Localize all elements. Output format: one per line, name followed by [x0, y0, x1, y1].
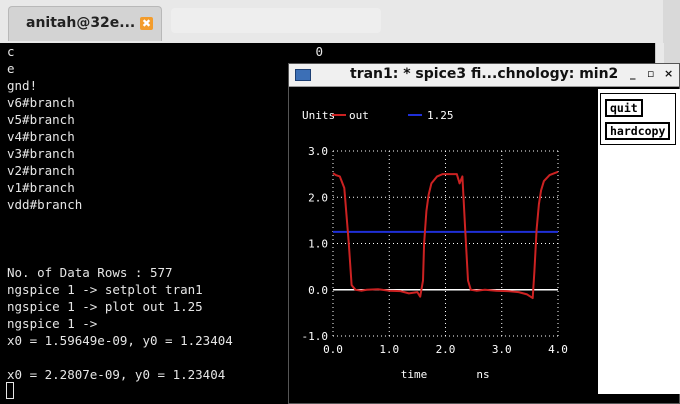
hardcopy-button[interactable]: hardcopy: [605, 122, 671, 140]
terminal-line: v6#branch: [7, 95, 75, 110]
y-tick-label: 2.0: [308, 191, 328, 204]
plot-window-titlebar[interactable]: tran1: * spice3 fi...chnology: min2 _ ▫ …: [289, 64, 679, 87]
close-icon[interactable]: ✖: [140, 17, 153, 30]
terminal-line: v3#branch: [7, 146, 75, 161]
legend-label-out: out: [349, 109, 369, 122]
terminal-tab[interactable]: anitah@32e... ✖: [8, 6, 162, 41]
minimize-icon[interactable]: _: [630, 67, 636, 80]
terminal-tab-bar: anitah@32e... ✖: [0, 0, 663, 44]
terminal-line: v1#branch: [7, 180, 75, 195]
x-tick-label: 3.0: [492, 343, 512, 356]
quit-button[interactable]: quit: [605, 99, 643, 117]
x-axis-unit: ns: [476, 368, 489, 381]
terminal-line: gnd!: [7, 78, 38, 93]
terminal-cursor: [6, 382, 14, 399]
x-tick-label: 1.0: [379, 343, 399, 356]
x-tick-label: 0.0: [323, 343, 343, 356]
terminal-line: ngspice 1 -> plot out 1.25: [7, 299, 203, 314]
legend-units-label: Units: [302, 109, 335, 122]
terminal-line: c 0: [7, 44, 324, 59]
terminal-line: ngspice 1 -> setplot tran1: [7, 282, 203, 297]
tab-bar-blank-area: [171, 8, 381, 33]
terminal-line: v5#branch: [7, 112, 75, 127]
legend-label-ref: 1.25: [427, 109, 454, 122]
y-tick-label: 3.0: [308, 145, 328, 158]
y-tick-label: 0.0: [308, 284, 328, 297]
x-axis-label: time: [401, 368, 428, 381]
window-menu-icon[interactable]: [295, 69, 311, 81]
plot-window-title: tran1: * spice3 fi...chnology: min2: [350, 66, 619, 82]
x-tick-label: 2.0: [436, 343, 456, 356]
terminal-line: e: [7, 61, 15, 76]
plot-window[interactable]: tran1: * spice3 fi...chnology: min2 _ ▫ …: [288, 63, 680, 404]
terminal-line: No. of Data Rows : 577: [7, 265, 173, 280]
terminal-line: ngspice 1 ->: [7, 316, 98, 331]
terminal-line: v4#branch: [7, 129, 75, 144]
plot-side-panel: quit hardcopy: [598, 89, 680, 394]
terminal-line: x0 = 2.2807e-09, y0 = 1.23404: [7, 367, 226, 382]
terminal-line: x0 = 1.59649e-09, y0 = 1.23404: [7, 333, 233, 348]
y-tick-label: 1.0: [308, 238, 328, 251]
x-tick-label: 4.0: [548, 343, 568, 356]
y-tick-label: -1.0: [302, 330, 329, 343]
terminal-line: v2#branch: [7, 163, 75, 178]
close-icon[interactable]: ×: [664, 67, 673, 80]
terminal-tab-title: anitah@32e...: [26, 15, 136, 31]
plot-button-group: quit hardcopy: [600, 93, 676, 145]
waveform-chart[interactable]: 0.0 1.0 2.0 3.0 4.03.02.01.00.0-1.0time nsUni…: [292, 89, 597, 394]
plot-canvas[interactable]: 0.0 1.0 2.0 3.0 4.0 3.0 2.0 1.0 0.0 -1.0 time ns Uni…: [292, 89, 597, 394]
maximize-icon[interactable]: ▫: [647, 67, 654, 80]
